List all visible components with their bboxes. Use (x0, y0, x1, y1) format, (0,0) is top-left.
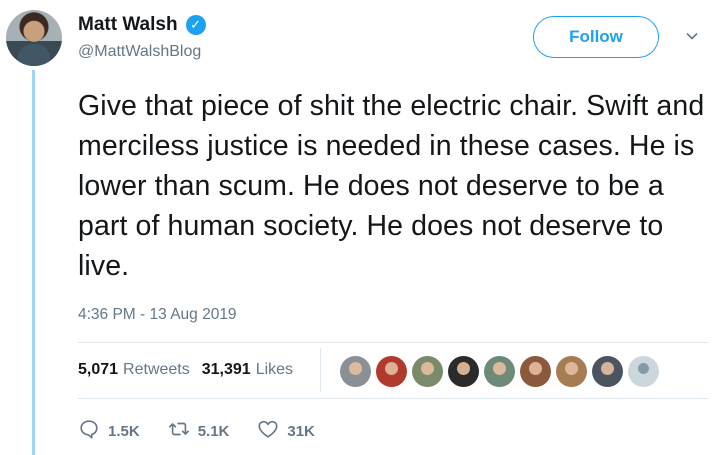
divider (78, 398, 708, 399)
tweet-actions: 1.5K 5.1K 31K (78, 418, 343, 444)
tweet-text: Give that piece of shit the electric cha… (78, 90, 705, 282)
liker-avatars (340, 356, 659, 387)
like-button[interactable]: 31K (257, 418, 315, 444)
heart-icon (257, 418, 279, 444)
likes-label: Likes (255, 361, 294, 378)
liker-avatar[interactable] (412, 356, 443, 387)
divider (78, 342, 708, 343)
like-count: 31K (287, 422, 315, 440)
retweets-label: Retweets (123, 361, 190, 378)
liker-avatar[interactable] (376, 356, 407, 387)
retweet-icon (168, 418, 190, 444)
likes-stat[interactable]: 31,391 Likes (202, 361, 293, 379)
chevron-down-icon[interactable] (684, 28, 700, 44)
reply-button[interactable]: 1.5K (78, 418, 140, 444)
liker-avatar[interactable] (628, 356, 659, 387)
likes-count: 31,391 (201, 361, 251, 378)
liker-avatar[interactable] (520, 356, 551, 387)
retweets-stat[interactable]: 5,071 Retweets (78, 361, 190, 379)
author-handle[interactable]: @MattWalshBlog (78, 43, 201, 61)
follow-button[interactable]: Follow (533, 16, 659, 58)
engagement-stats: 5,071 Retweets 31,391 Likes (78, 361, 293, 379)
liker-avatar[interactable] (592, 356, 623, 387)
liker-avatar[interactable] (340, 356, 371, 387)
liker-avatar[interactable] (448, 356, 479, 387)
reply-count: 1.5K (108, 422, 140, 440)
verified-badge-icon: ✓ (185, 15, 206, 35)
author-display-name[interactable]: Matt Walsh (78, 14, 178, 36)
avatar[interactable] (6, 10, 62, 66)
liker-avatar[interactable] (484, 356, 515, 387)
tweet-timestamp[interactable]: 4:36 PM - 13 Aug 2019 (78, 306, 237, 324)
author-name-row: Matt Walsh ✓ (78, 14, 206, 36)
liker-avatar[interactable] (556, 356, 587, 387)
reply-icon (78, 418, 100, 444)
thread-line (32, 70, 35, 455)
retweet-count: 5.1K (197, 422, 230, 440)
stats-separator (320, 348, 321, 392)
retweets-count: 5,071 (78, 361, 119, 378)
retweet-button[interactable]: 5.1K (168, 418, 230, 444)
